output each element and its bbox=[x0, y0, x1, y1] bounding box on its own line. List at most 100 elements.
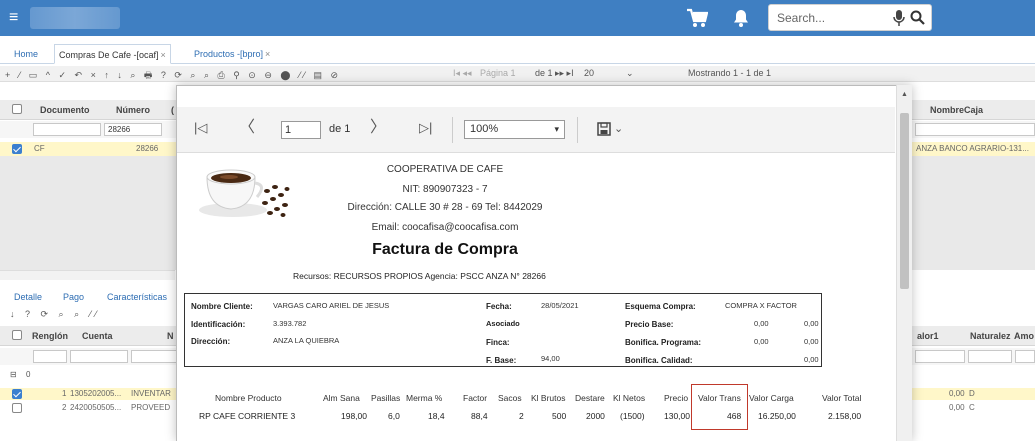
tab-home[interactable]: Home bbox=[10, 44, 42, 64]
label-fecha: Fecha: bbox=[486, 302, 512, 311]
label-asociado: Asociado bbox=[486, 319, 520, 328]
blurred-logo bbox=[30, 7, 120, 29]
close-tab-icon[interactable]: × bbox=[161, 50, 166, 60]
detail-select-all-checkbox[interactable] bbox=[12, 330, 22, 340]
th-merma: Merma % bbox=[406, 393, 443, 403]
cell-renglon: 1 bbox=[62, 389, 67, 398]
th-nombre-producto: Nombre Producto bbox=[215, 393, 282, 403]
hamburger-menu-icon[interactable]: ≡ bbox=[9, 10, 25, 26]
filter-cuenta[interactable] bbox=[70, 350, 128, 363]
notification-bell-icon[interactable] bbox=[733, 9, 749, 27]
td-factor: 88,4 bbox=[471, 411, 488, 421]
last-page-button[interactable]: ▷| bbox=[419, 119, 432, 137]
value-bonifica-programa-2: 0,00 bbox=[804, 337, 819, 346]
value-bonifica-programa-1: 0,00 bbox=[754, 337, 769, 346]
page-number-input[interactable]: 1 bbox=[281, 121, 321, 139]
filter-numero[interactable]: 28266 bbox=[104, 123, 162, 136]
pager-of-next[interactable]: de 1 ▸▸ ▸I bbox=[535, 68, 574, 79]
th-factor: Factor bbox=[463, 393, 488, 403]
save-dropdown-icon: ⌄ bbox=[614, 123, 624, 135]
row-checkbox[interactable] bbox=[12, 403, 22, 413]
tab-bar: Home Compras De Cafe -[ocaf] × Productos … bbox=[0, 44, 1035, 64]
pager-size[interactable]: 20 bbox=[584, 68, 594, 78]
select-all-checkbox[interactable] bbox=[12, 104, 22, 114]
col-amo[interactable]: Amo bbox=[1014, 331, 1034, 341]
collapse-group-icon[interactable]: ⊟ bbox=[10, 370, 17, 379]
cell-naturaleza: D bbox=[969, 389, 975, 398]
th-valor-carga: Valor Carga bbox=[749, 393, 794, 403]
next-page-button[interactable]: 〉 bbox=[370, 119, 386, 137]
microphone-icon[interactable] bbox=[893, 10, 905, 26]
report-vertical-scrollbar[interactable]: ▲ bbox=[896, 85, 912, 441]
label-esquema-compra: Esquema Compra: bbox=[625, 302, 696, 311]
td-valor-total: 2.158,00 bbox=[828, 411, 862, 421]
value-bonifica-calidad: 0,00 bbox=[804, 355, 819, 364]
th-alm-sana: Alm Sana bbox=[323, 393, 360, 403]
top-bar: ≡ bbox=[0, 0, 1035, 36]
cell-cuenta: 2420050505... bbox=[70, 403, 122, 412]
th-destare: Destare bbox=[575, 393, 605, 403]
td-sacos: 2 bbox=[519, 411, 524, 421]
save-export-button[interactable]: ⌄ bbox=[597, 120, 627, 140]
horizontal-scrollbar[interactable] bbox=[0, 270, 175, 280]
col-nombre-caja[interactable]: NombreCaja bbox=[930, 105, 983, 115]
label-bonifica-programa: Bonifica. Programa: bbox=[625, 338, 702, 347]
filter-amo[interactable] bbox=[1015, 350, 1035, 363]
value-fbase: 94,00 bbox=[541, 354, 560, 363]
col-cuenta[interactable]: Cuenta bbox=[82, 331, 113, 341]
row-checkbox[interactable] bbox=[12, 389, 22, 399]
group-row[interactable]: ⊟ 0 bbox=[0, 368, 180, 382]
tab-caracteristicas[interactable]: Características bbox=[107, 292, 167, 302]
filter-valor1[interactable] bbox=[915, 350, 965, 363]
col-valor1[interactable]: alor1 bbox=[917, 331, 939, 341]
detail-toolbar: ↓ ? ⟳ ⌕ ⌕ ⁄⁄ bbox=[0, 308, 180, 322]
shopping-cart-icon[interactable] bbox=[686, 8, 708, 28]
zoom-value: 100% bbox=[470, 123, 499, 135]
zoom-select[interactable]: 100% ▾ bbox=[464, 120, 565, 139]
th-pasillas: Pasillas bbox=[371, 393, 401, 403]
filter-documento[interactable] bbox=[33, 123, 101, 136]
close-tab-icon[interactable]: × bbox=[265, 49, 270, 59]
filter-nombre-caja[interactable] bbox=[915, 123, 1035, 136]
tab-pago[interactable]: Pago bbox=[63, 292, 84, 302]
col-extra[interactable]: ( bbox=[171, 105, 174, 115]
toolbar-icons[interactable]: + ⁄ ▭ ^ ✓ ↶ × ↑ ↓ ⌕ 🖶 ? ⟳ ⌕ ⌕ ⎙ ⚲ ⊙ ⊖ ⬤ … bbox=[5, 68, 341, 84]
value-identificacion: 3.393.782 bbox=[273, 319, 307, 328]
cell-cuenta: 1305202005... bbox=[70, 389, 122, 398]
pager-showing: Mostrando 1 - 1 de 1 bbox=[688, 68, 772, 78]
tab-productos[interactable]: Productos -[bpro] × bbox=[190, 44, 274, 64]
col-documento[interactable]: Documento bbox=[40, 105, 90, 115]
first-page-button[interactable]: |◁ bbox=[194, 119, 207, 137]
td-pasillas: 6,0 bbox=[388, 411, 400, 421]
filter-naturalez[interactable] bbox=[968, 350, 1012, 363]
company-address: Dirección: CALLE 30 # 28 - 69 Tel: 84420… bbox=[347, 202, 543, 213]
tab-compras-de-cafe[interactable]: Compras De Cafe -[ocaf] × bbox=[54, 44, 171, 64]
td-valor-carga: 16.250,00 bbox=[758, 411, 796, 421]
toolbar-divider bbox=[452, 117, 453, 143]
pager-first-prev[interactable]: I◂ ◂◂ bbox=[453, 68, 472, 79]
invoice-title: Factura de Compra bbox=[372, 241, 518, 258]
scroll-up-icon[interactable]: ▲ bbox=[901, 91, 908, 98]
col-numero[interactable]: Número bbox=[116, 105, 150, 115]
pager-size-dropdown-icon[interactable]: ⌄ bbox=[626, 68, 634, 79]
label-finca: Finca: bbox=[486, 338, 510, 347]
cell-desc: PROVEED bbox=[131, 403, 171, 412]
row-checkbox[interactable] bbox=[12, 144, 22, 154]
col-n[interactable]: N bbox=[167, 331, 174, 341]
search-input[interactable] bbox=[777, 10, 877, 26]
invoice-subtitle: Recursos: RECURSOS PROPIOS Agencia: PSCC… bbox=[293, 271, 546, 281]
td-nombre-producto: RP CAFE CORRIENTE 3 bbox=[199, 411, 296, 421]
search-icon[interactable] bbox=[910, 10, 925, 25]
cell-nombre-caja: ANZA BANCO AGRARIO-131... bbox=[916, 144, 1029, 153]
label-identificacion: Identificación: bbox=[191, 320, 246, 329]
col-renglon[interactable]: Renglón bbox=[32, 331, 68, 341]
highlight-box bbox=[691, 384, 748, 430]
filter-renglon[interactable] bbox=[33, 350, 67, 363]
col-naturalez[interactable]: Naturalez bbox=[970, 331, 1011, 341]
filter-n[interactable] bbox=[131, 350, 179, 363]
detail-toolbar-icons[interactable]: ↓ ? ⟳ ⌕ ⌕ ⁄⁄ bbox=[10, 309, 101, 320]
scrollbar-thumb[interactable] bbox=[900, 113, 909, 289]
previous-page-button[interactable]: 〈 bbox=[239, 119, 255, 137]
tab-detalle[interactable]: Detalle bbox=[14, 292, 42, 302]
cell-valor: 0,00 bbox=[949, 403, 965, 412]
